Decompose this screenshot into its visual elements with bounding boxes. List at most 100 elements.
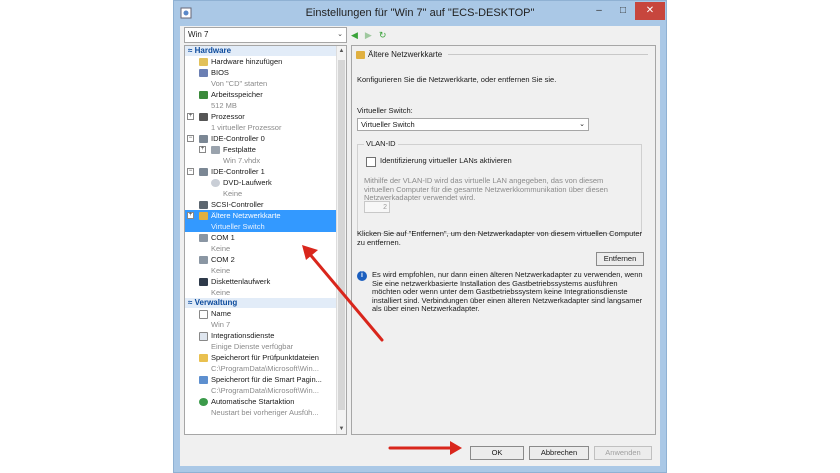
maximize-button[interactable]: □ [611,2,635,20]
tree-item-label: BIOS [211,68,229,77]
auto-start-icon [199,398,208,407]
chevron-down-icon: ⌄ [579,121,585,128]
tree-item-memory-sub: 512 MB [185,100,346,111]
collapse-icon[interactable]: − [187,135,194,142]
tree-item-smart-paging-sub: C:\ProgramData\Microsoft\Win... [185,385,346,396]
scroll-down-icon[interactable]: ▼ [337,424,346,434]
tree-item-processor[interactable]: + Prozessor [185,111,346,122]
tree-item-sub: 1 virtueller Prozessor [211,123,282,132]
tree-item-com2-sub: Keine [185,265,346,276]
com-port-icon [199,256,208,265]
close-button[interactable]: ✕ [635,2,665,20]
legacy-network-adapter-icon [356,50,365,59]
tree-item-legacy-network-adapter[interactable]: + Ältere Netzwerkkarte [185,210,346,221]
section-hardware-label: Hardware [194,46,232,55]
tree-item-smart-paging[interactable]: Speicherort für die Smart Pagin... [185,374,346,385]
tree-item-bios-sub: Von "CD" starten [185,78,346,89]
tree-item-com2[interactable]: COM 2 [185,254,346,265]
vlan-group: VLAN-ID Identifizierung virtueller LANs … [357,139,642,234]
section-hardware[interactable]: ≈ Hardware [185,46,346,56]
info-text: Es wird empfohlen, nur dann einen ältere… [372,270,643,313]
settings-panel: Ältere Netzwerkkarte Konfigurieren Sie d… [351,45,656,435]
refresh-icon[interactable]: ↻ [379,27,387,43]
tree-item-auto-start[interactable]: Automatische Startaktion [185,396,346,407]
tree-item-name[interactable]: Name [185,308,346,319]
tree-item-label: SCSI-Controller [211,200,264,209]
tree-item-add-hardware[interactable]: Hardware hinzufügen [185,56,346,67]
virtual-switch-value: Virtueller Switch [361,120,415,129]
panel-title: Ältere Netzwerkkarte [368,50,443,59]
tree-item-integration-services-sub: Einige Dienste verfügbar [185,341,346,352]
scroll-up-icon[interactable]: ▲ [337,46,346,56]
tree-item-memory[interactable]: Arbeitsspeicher [185,89,346,100]
smart-paging-folder-icon [199,376,208,385]
tree-item-label: COM 2 [211,255,235,264]
title-bar: Einstellungen für "Win 7" auf "ECS-DESKT… [174,1,666,27]
vlan-group-title: VLAN-ID [364,139,398,149]
tree-scrollbar[interactable]: ▲ ▼ [336,46,346,434]
section-management-label: Verwaltung [194,298,238,307]
com-port-icon [199,234,208,243]
tree-item-floppy-sub: Keine [185,287,346,298]
tree-item-sub: Einige Dienste verfügbar [211,342,294,351]
collapse-icon[interactable]: − [187,168,194,175]
tree-item-floppy[interactable]: Diskettenlaufwerk [185,276,346,287]
tree-item-ide1[interactable]: − IDE-Controller 1 [185,166,346,177]
tree-item-legacy-network-adapter-sub[interactable]: Virtueller Switch [185,221,346,232]
tree-item-com1[interactable]: COM 1 [185,232,346,243]
tree-item-hard-disk[interactable]: + Festplatte [185,144,346,155]
dvd-drive-icon [211,179,220,188]
remove-button[interactable]: Entfernen [596,252,644,266]
chevron-down-icon: ⌄ [337,31,343,38]
tree-item-sub: Win 7.vhdx [223,156,261,165]
back-arrow-icon[interactable]: ◀ [351,27,358,43]
tree-item-hard-disk-sub: Win 7.vhdx [185,155,346,166]
tree-item-integration-services[interactable]: Integrationsdienste [185,330,346,341]
minimize-button[interactable]: – [587,2,611,20]
name-icon [199,309,208,319]
checkpoint-folder-icon [199,354,208,363]
panel-header: Ältere Netzwerkkarte [356,50,649,59]
apply-button[interactable]: Anwenden [594,446,652,460]
expand-icon[interactable]: + [187,212,194,219]
tree-item-label: IDE-Controller 1 [211,167,265,176]
remove-text: Klicken Sie auf "Entfernen", um den Netz… [357,229,643,247]
tree-item-com1-sub: Keine [185,243,346,254]
forward-arrow-icon[interactable]: ▶ [365,27,372,43]
info-icon: i [357,271,367,281]
tree-item-label: Prozessor [211,112,245,121]
tree-item-auto-start-sub: Neustart bei vorheriger Ausfüh... [185,407,346,418]
tree-item-label: Speicherort für die Smart Pagin... [211,375,322,384]
tree-item-ide0[interactable]: − IDE-Controller 0 [185,133,346,144]
virtual-switch-select[interactable]: Virtueller Switch ⌄ [357,118,589,131]
tree-item-processor-sub: 1 virtueller Prozessor [185,122,346,133]
scsi-controller-icon [199,201,208,210]
settings-tree: ≈ Hardware Hardware hinzufügen BIOS Von … [184,45,347,435]
vlan-checkbox[interactable] [366,157,376,167]
tree-item-sub: Keine [211,244,231,253]
scrollbar-thumb[interactable] [338,60,345,410]
vlan-id-input[interactable]: 2 [364,201,390,213]
ok-button[interactable]: OK [470,446,524,460]
tree-item-sub: Win 7 [211,320,231,329]
tree-item-sub: C:\ProgramData\Microsoft\Win... [211,386,319,395]
tree-item-label: DVD-Laufwerk [223,178,272,187]
tree-item-sub: C:\ProgramData\Microsoft\Win... [211,364,319,373]
tree-item-scsi[interactable]: SCSI-Controller [185,199,346,210]
hardware-add-icon [199,58,208,67]
section-management[interactable]: ≈ Verwaltung [185,298,346,308]
tree-item-dvd[interactable]: DVD-Laufwerk [185,177,346,188]
nav-buttons: ◀ ▶ ↻ [351,27,393,43]
tree-item-dvd-sub: Keine [185,188,346,199]
tree-item-name-sub: Win 7 [185,319,346,330]
expand-icon[interactable]: + [199,146,206,153]
cancel-button[interactable]: Abbrechen [529,446,589,460]
tree-item-label: COM 1 [211,233,235,242]
tree-item-checkpoint-location[interactable]: Speicherort für Prüfpunktdateien [185,352,346,363]
tree-item-bios[interactable]: BIOS [185,67,346,78]
tree-item-label: Arbeitsspeicher [211,90,263,99]
vm-selector[interactable]: Win 7 ⌄ [184,27,347,43]
expand-icon[interactable]: + [187,113,194,120]
processor-icon [199,113,208,122]
memory-icon [199,91,208,100]
